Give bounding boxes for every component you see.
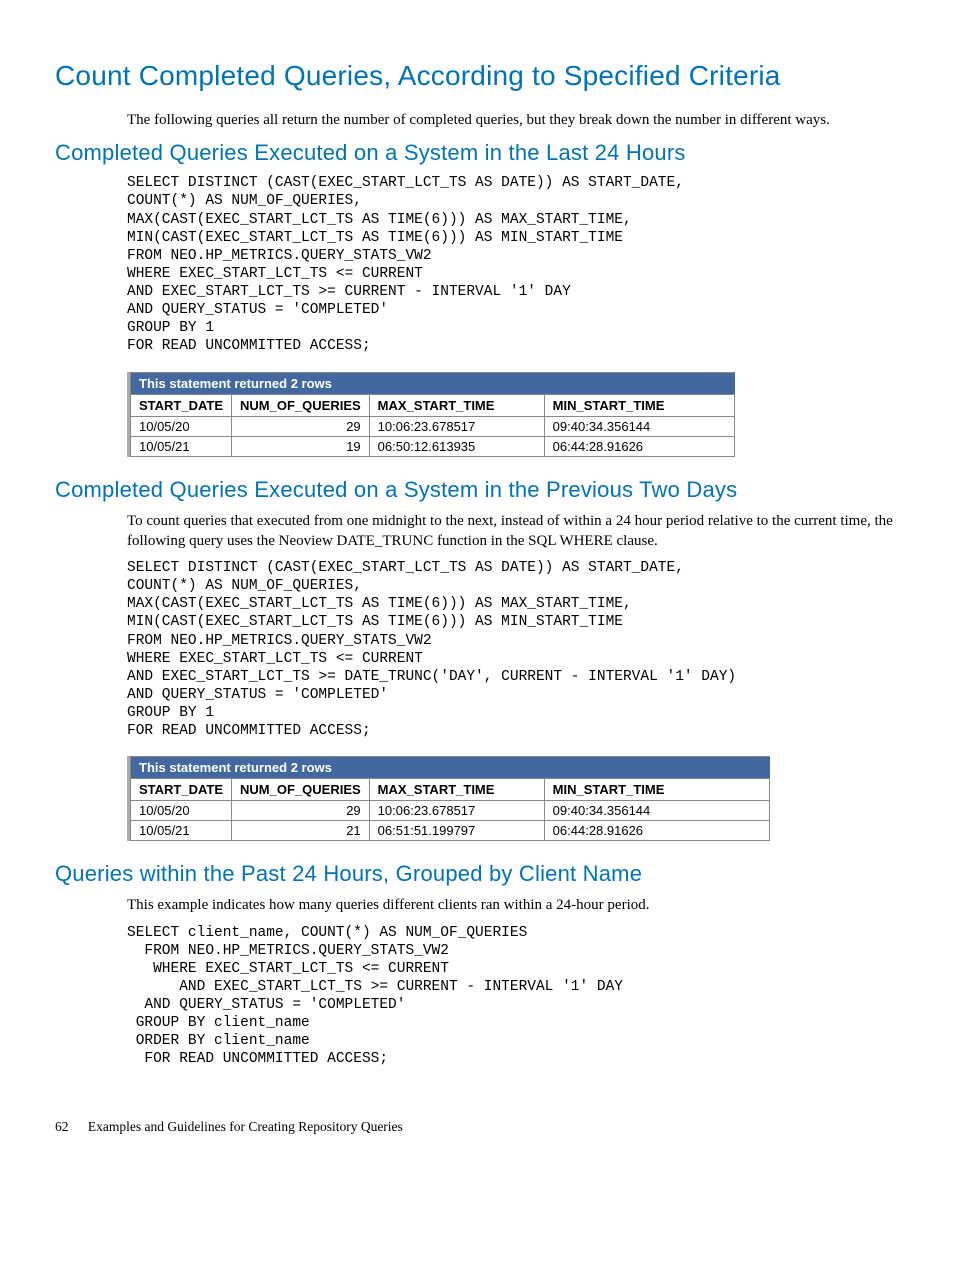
page-footer: 62 Examples and Guidelines for Creating …	[55, 1119, 899, 1135]
col-start-date: START_DATE	[131, 779, 232, 801]
section2-intro: To count queries that executed from one …	[127, 511, 899, 552]
cell: 10:06:23.678517	[369, 416, 544, 436]
col-max-start-time: MAX_START_TIME	[369, 779, 544, 801]
intro-paragraph: The following queries all return the num…	[127, 110, 899, 130]
col-num-queries: NUM_OF_QUERIES	[232, 779, 370, 801]
cell: 06:44:28.91626	[544, 436, 734, 456]
cell: 10/05/20	[131, 801, 232, 821]
col-num-queries: NUM_OF_QUERIES	[232, 394, 370, 416]
page-title: Count Completed Queries, According to Sp…	[55, 60, 899, 92]
cell: 06:44:28.91626	[544, 821, 769, 841]
cell: 10/05/21	[131, 821, 232, 841]
section-heading-3: Queries within the Past 24 Hours, Groupe…	[55, 861, 899, 887]
data-table: START_DATE NUM_OF_QUERIES MAX_START_TIME…	[130, 394, 735, 457]
cell: 29	[232, 801, 370, 821]
result-caption: This statement returned 2 rows	[130, 372, 735, 394]
code-block-1: SELECT DISTINCT (CAST(EXEC_START_LCT_TS …	[127, 174, 899, 355]
code-block-3: SELECT client_name, COUNT(*) AS NUM_OF_Q…	[127, 924, 899, 1069]
cell: 10/05/20	[131, 416, 232, 436]
chapter-title: Examples and Guidelines for Creating Rep…	[88, 1119, 403, 1134]
section3-intro: This example indicates how many queries …	[127, 895, 899, 915]
cell: 06:51:51.199797	[369, 821, 544, 841]
cell: 19	[232, 436, 370, 456]
cell: 29	[232, 416, 370, 436]
code-block-2: SELECT DISTINCT (CAST(EXEC_START_LCT_TS …	[127, 559, 899, 740]
cell: 21	[232, 821, 370, 841]
cell: 09:40:34.356144	[544, 801, 769, 821]
result-table-2: This statement returned 2 rows START_DAT…	[127, 756, 899, 841]
table-row: 10/05/21 19 06:50:12.613935 06:44:28.916…	[131, 436, 735, 456]
col-min-start-time: MIN_START_TIME	[544, 394, 734, 416]
section-heading-1: Completed Queries Executed on a System i…	[55, 140, 899, 166]
cell: 06:50:12.613935	[369, 436, 544, 456]
table-row: 10/05/20 29 10:06:23.678517 09:40:34.356…	[131, 801, 770, 821]
table-row: 10/05/21 21 06:51:51.199797 06:44:28.916…	[131, 821, 770, 841]
table-row: 10/05/20 29 10:06:23.678517 09:40:34.356…	[131, 416, 735, 436]
result-table-1: This statement returned 2 rows START_DAT…	[127, 372, 899, 457]
cell: 09:40:34.356144	[544, 416, 734, 436]
page-number: 62	[55, 1119, 69, 1134]
col-max-start-time: MAX_START_TIME	[369, 394, 544, 416]
col-min-start-time: MIN_START_TIME	[544, 779, 769, 801]
cell: 10/05/21	[131, 436, 232, 456]
section-heading-2: Completed Queries Executed on a System i…	[55, 477, 899, 503]
data-table: START_DATE NUM_OF_QUERIES MAX_START_TIME…	[130, 778, 770, 841]
cell: 10:06:23.678517	[369, 801, 544, 821]
result-caption: This statement returned 2 rows	[130, 756, 770, 778]
col-start-date: START_DATE	[131, 394, 232, 416]
